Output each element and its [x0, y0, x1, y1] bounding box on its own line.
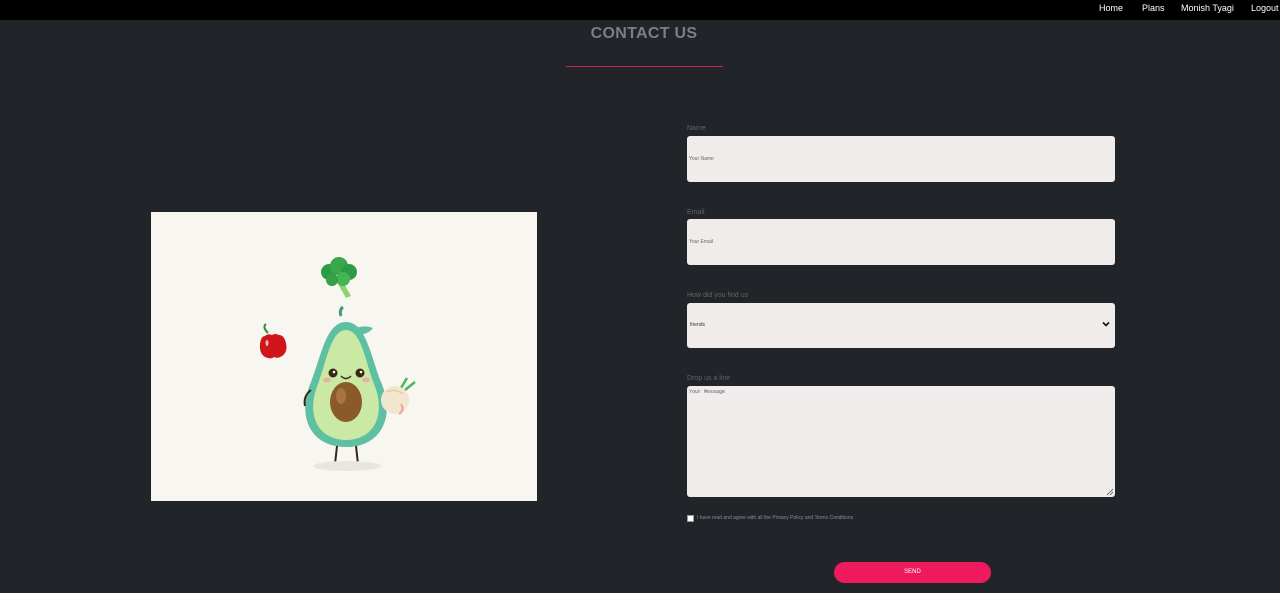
email-input[interactable]	[687, 219, 1115, 265]
email-label: Email	[687, 209, 705, 216]
message-textarea[interactable]	[687, 386, 1115, 497]
source-label: How did you find us	[687, 292, 749, 299]
illustration-panel	[151, 212, 537, 501]
resize-handle-icon[interactable]	[1106, 488, 1114, 496]
avocado-icon	[303, 305, 387, 471]
agree-checkbox[interactable]	[687, 515, 694, 522]
agree-label: I have read and agree with all the Priva…	[697, 515, 854, 521]
message-label: Drop us a line	[687, 375, 731, 382]
nav-plans-link[interactable]: Plans	[1142, 3, 1165, 13]
source-select-value: friends	[690, 322, 706, 328]
nav-home-link[interactable]: Home	[1099, 3, 1123, 13]
nav-user-link[interactable]: Monish Tyagi	[1181, 3, 1234, 13]
nav-logout-link[interactable]: Logout	[1251, 3, 1279, 13]
avocado-illustration-icon	[259, 257, 416, 471]
pepper-icon	[259, 323, 287, 359]
onion-icon	[381, 377, 416, 415]
source-select[interactable]: friends	[687, 303, 1115, 348]
name-input[interactable]	[687, 136, 1115, 182]
broccoli-icon	[321, 257, 357, 298]
name-label: Name	[687, 125, 706, 132]
title-underline	[566, 66, 723, 67]
send-button[interactable]: SEND	[834, 562, 991, 583]
top-navbar: Home Plans Monish Tyagi Logout	[0, 0, 1280, 20]
page-title: CONTACT US	[590, 25, 698, 42]
chevron-down-icon	[1102, 321, 1110, 327]
